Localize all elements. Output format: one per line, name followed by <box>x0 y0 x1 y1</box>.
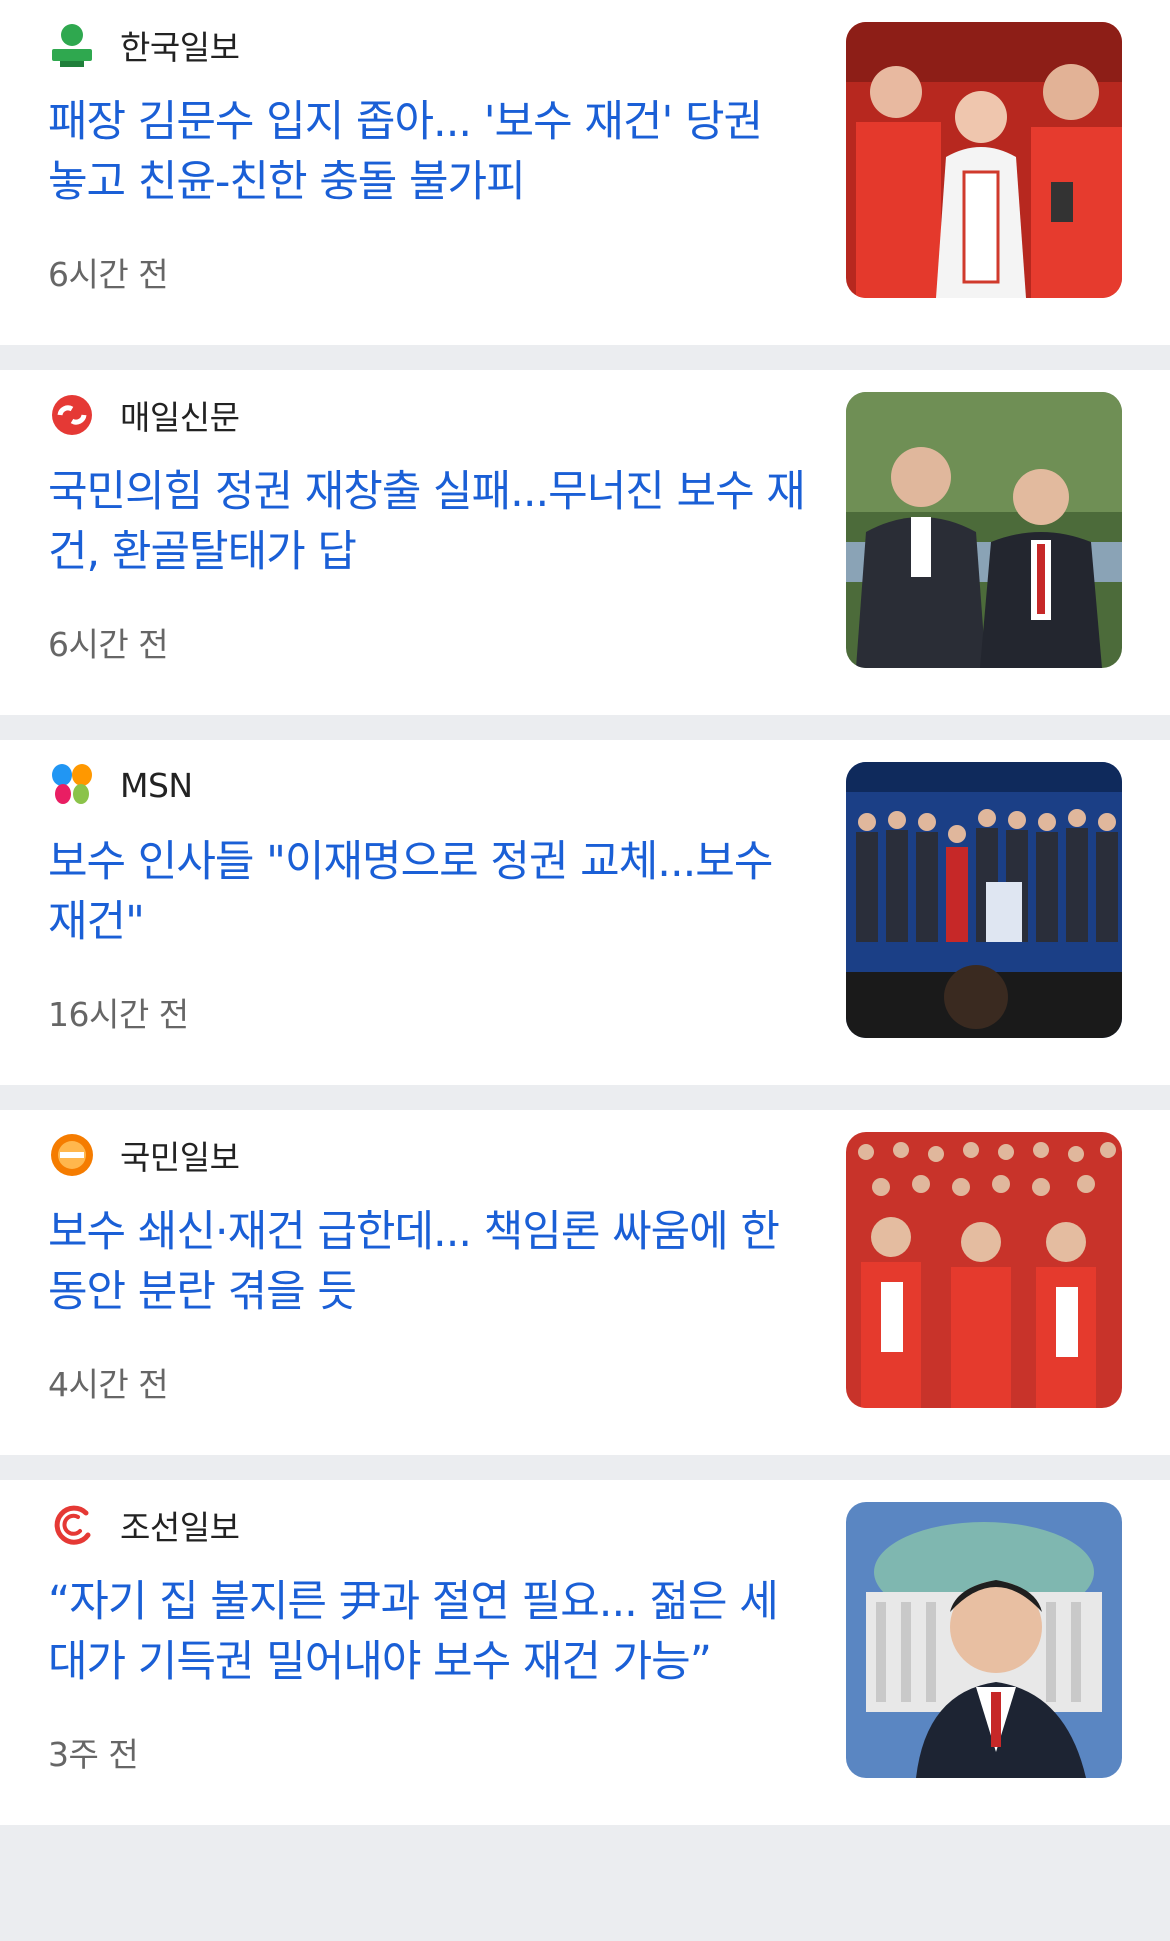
election-night-crowd-photo[interactable] <box>846 1132 1122 1408</box>
timestamp: 16시간 전 <box>48 995 189 1034</box>
news-feed: 한국일보 패장 김문수 입지 좁아... '보수 재건' 당권 놓고 친윤-친한… <box>0 0 1170 1825</box>
source-row: 조선일보 <box>48 1501 240 1549</box>
headline-link[interactable]: 보수 쇄신·재건 급한데... 책임론 싸움에 한동안 분란 겪을 듯 <box>48 1202 808 1322</box>
headline-link[interactable]: “자기 집 불지른 尹과 절연 필요... 젊은 세대가 기득권 밀어내야 보수… <box>48 1572 808 1692</box>
chosun-ilbo-logo-icon <box>48 1501 96 1549</box>
msn-butterfly-logo-icon <box>48 761 96 809</box>
hankook-ilbo-logo-icon <box>48 21 96 69</box>
young-politician-portrait-photo[interactable] <box>846 1502 1122 1778</box>
news-card[interactable]: 국민일보 보수 쇄신·재건 급한데... 책임론 싸움에 한동안 분란 겪을 듯… <box>0 1110 1170 1455</box>
party-members-red-jackets-photo[interactable] <box>846 22 1122 298</box>
source-name: 국민일보 <box>120 1138 240 1177</box>
source-name: MSN <box>120 765 193 805</box>
headline-link[interactable]: 국민의힘 정권 재창출 실패...무너진 보수 재건, 환골탈태가 답 <box>48 462 808 582</box>
source-row: 한국일보 <box>48 21 240 69</box>
news-card[interactable]: 한국일보 패장 김문수 입지 좁아... '보수 재건' 당권 놓고 친윤-친한… <box>0 0 1170 345</box>
maeil-sinmun-logo-icon <box>48 391 96 439</box>
headline-link[interactable]: 보수 인사들 "이재명으로 정권 교체...보수 재건" <box>48 832 808 952</box>
two-politicians-talking-photo[interactable] <box>846 392 1122 668</box>
source-name: 한국일보 <box>120 28 240 67</box>
headline-link[interactable]: 패장 김문수 입지 좁아... '보수 재건' 당권 놓고 친윤-친한 충돌 불… <box>48 92 808 212</box>
source-row: 매일신문 <box>48 391 240 439</box>
timestamp: 6시간 전 <box>48 625 169 664</box>
timestamp: 3주 전 <box>48 1735 139 1774</box>
source-name: 매일신문 <box>120 398 240 437</box>
timestamp: 4시간 전 <box>48 1365 169 1404</box>
source-name: 조선일보 <box>120 1508 240 1547</box>
news-card[interactable]: 매일신문 국민의힘 정권 재창출 실패...무너진 보수 재건, 환골탈태가 답… <box>0 370 1170 715</box>
source-row: 국민일보 <box>48 1131 240 1179</box>
kukmin-ilbo-logo-icon <box>48 1131 96 1179</box>
source-row: MSN <box>48 762 193 808</box>
timestamp: 6시간 전 <box>48 255 169 294</box>
news-card[interactable]: MSN 보수 인사들 "이재명으로 정권 교체...보수 재건" 16시간 전 <box>0 740 1170 1085</box>
news-card[interactable]: 조선일보 “자기 집 불지른 尹과 절연 필요... 젊은 세대가 기득권 밀어… <box>0 1480 1170 1825</box>
press-conference-stage-photo[interactable] <box>846 762 1122 1038</box>
